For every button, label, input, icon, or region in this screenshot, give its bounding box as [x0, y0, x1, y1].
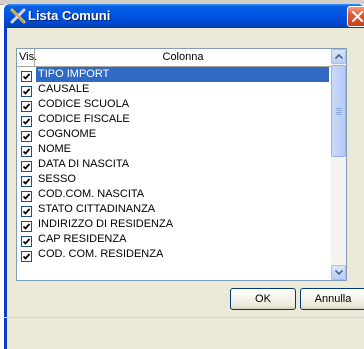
visibility-checkbox[interactable]: [21, 144, 32, 157]
list-item-label: TIPO IMPORT: [36, 67, 329, 82]
visibility-checkbox[interactable]: [21, 69, 32, 82]
list-item-label: COD.COM. NASCITA: [38, 188, 145, 200]
annulla-button[interactable]: Annulla: [300, 288, 364, 310]
visibility-checkbox[interactable]: [21, 159, 32, 172]
column-list[interactable]: Vis. Colonna TIPO IMPORT CAUSALE CODICE SC…: [16, 48, 347, 281]
list-item[interactable]: COD.COM. NASCITA: [17, 187, 331, 202]
list-item-label: CODICE FISCALE: [38, 113, 130, 125]
window-frame: [4, 28, 7, 349]
list-item-label: CAP RESIDENZA: [38, 233, 127, 245]
chevron-down-icon: [335, 270, 343, 275]
wrench-cross-icon: [10, 8, 26, 24]
visibility-checkbox[interactable]: [21, 219, 32, 232]
list-item[interactable]: COD. COM. RESIDENZA: [17, 247, 331, 262]
ok-button[interactable]: OK: [230, 288, 296, 310]
visibility-checkbox[interactable]: [21, 249, 32, 262]
window-title: Lista Comuni: [28, 8, 111, 23]
thumb-grip: [336, 110, 342, 111]
list-item[interactable]: COGNOME: [17, 127, 331, 142]
visibility-checkbox[interactable]: [21, 84, 32, 97]
list-rows: TIPO IMPORT CAUSALE CODICE SCUOLA CODICE FI…: [17, 67, 331, 262]
title-bar[interactable]: Lista Comuni: [4, 4, 364, 28]
list-item-label: CODICE SCUOLA: [38, 98, 130, 110]
list-item[interactable]: SESSO: [17, 172, 331, 187]
divider: [4, 317, 364, 318]
list-header: Vis. Colonna: [17, 49, 331, 67]
list-item[interactable]: NOME: [17, 142, 331, 157]
list-item[interactable]: STATO CITTADINANZA: [17, 202, 331, 217]
header-colonna[interactable]: Colonna: [35, 49, 331, 66]
close-button[interactable]: [347, 6, 364, 27]
list-item[interactable]: INDIRIZZO DI RESIDENZA: [17, 217, 331, 232]
visibility-checkbox[interactable]: [21, 99, 32, 112]
list-item[interactable]: CAUSALE: [17, 82, 331, 97]
visibility-checkbox[interactable]: [21, 174, 32, 187]
close-icon: [352, 11, 363, 22]
list-item[interactable]: DATA DI NASCITA: [17, 157, 331, 172]
vertical-scrollbar[interactable]: [331, 49, 346, 280]
list-item-label: SESSO: [38, 173, 76, 185]
list-item[interactable]: CODICE SCUOLA: [17, 97, 331, 112]
thumb-grip: [336, 108, 342, 109]
list-item[interactable]: CODICE FISCALE: [17, 112, 331, 127]
chevron-up-icon: [335, 54, 343, 59]
list-item-label: COD. COM. RESIDENZA: [38, 248, 164, 260]
visibility-checkbox[interactable]: [21, 204, 32, 217]
list-item-label: NOME: [38, 143, 71, 155]
header-vis[interactable]: Vis.: [17, 49, 37, 66]
list-item-label: INDIRIZZO DI RESIDENZA: [38, 218, 174, 230]
visibility-checkbox[interactable]: [21, 114, 32, 127]
visibility-checkbox[interactable]: [21, 129, 32, 142]
thumb-grip: [336, 114, 342, 115]
scroll-down-button[interactable]: [331, 265, 346, 280]
list-item[interactable]: CAP RESIDENZA: [17, 232, 331, 247]
list-item-label: STATO CITTADINANZA: [38, 203, 156, 215]
thumb-grip: [336, 112, 342, 113]
list-item-label: DATA DI NASCITA: [38, 158, 130, 170]
scroll-up-button[interactable]: [331, 49, 346, 64]
visibility-checkbox[interactable]: [21, 234, 32, 247]
scroll-thumb[interactable]: [331, 65, 346, 157]
list-item-label: CAUSALE: [38, 83, 90, 95]
dialog-window: Lista Comuni Vis. Colonna TIPO IMPORT CAU…: [4, 4, 364, 349]
list-item[interactable]: TIPO IMPORT: [17, 67, 331, 82]
list-item-label: COGNOME: [38, 128, 97, 140]
visibility-checkbox[interactable]: [21, 189, 32, 202]
